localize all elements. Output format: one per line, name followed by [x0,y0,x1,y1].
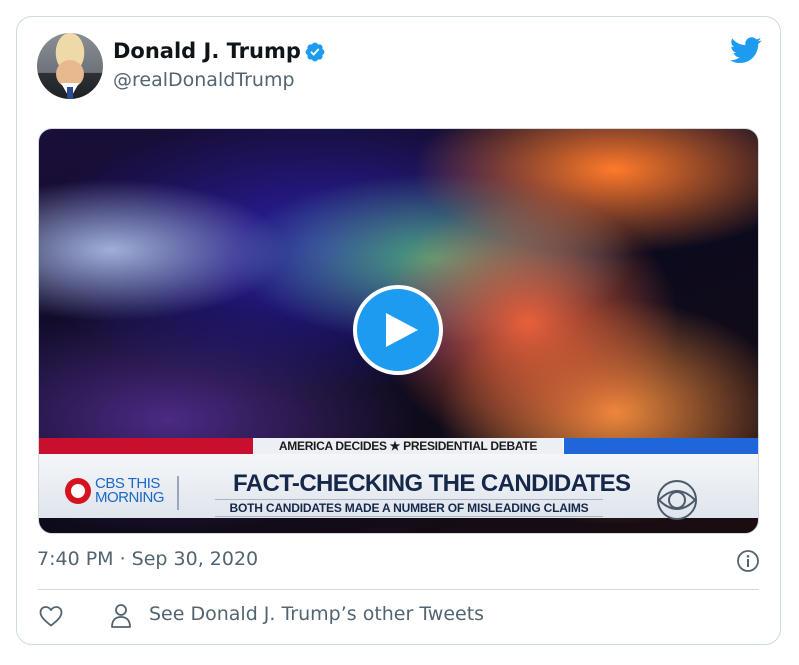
cbs-logo-icon [65,478,91,504]
twitter-bird-icon[interactable] [730,37,762,64]
play-button[interactable] [353,285,443,375]
verified-badge-icon [305,42,325,62]
cbs-eye-icon [657,480,697,520]
tweet-embed-card: Donald J. Trump @realDonaldTrump AMERICA… [16,16,781,645]
info-icon[interactable] [736,549,760,573]
avatar[interactable] [37,33,103,99]
chyron-subheadline: BOTH CANDIDATES MADE A NUMBER OF MISLEAD… [215,499,603,517]
divider [38,589,759,590]
tweet-timestamp[interactable]: 7:40 PM · Sep 30, 2020 [37,548,258,570]
heart-icon[interactable] [39,605,63,627]
chyron-band: CBS THIS MORNING FACT-CHECKING THE CANDI… [39,454,758,520]
show-name: CBS THIS MORNING [95,475,165,506]
chyron-headline: FACT-CHECKING THE CANDIDATES [233,470,631,497]
author-handle[interactable]: @realDonaldTrump [113,69,295,91]
chyron-divider [177,476,179,510]
chyron-banner-text: AMERICA DECIDES ★ PRESIDENTIAL DEBATE [253,438,563,454]
other-tweets-link[interactable]: See Donald J. Trump’s other Tweets [149,603,484,625]
news-chyron: AMERICA DECIDES ★ PRESIDENTIAL DEBATE CB… [39,438,758,526]
play-icon [386,313,418,347]
person-icon[interactable] [110,603,132,629]
video-player[interactable]: AMERICA DECIDES ★ PRESIDENTIAL DEBATE CB… [38,128,759,534]
author-name[interactable]: Donald J. Trump [113,39,301,63]
